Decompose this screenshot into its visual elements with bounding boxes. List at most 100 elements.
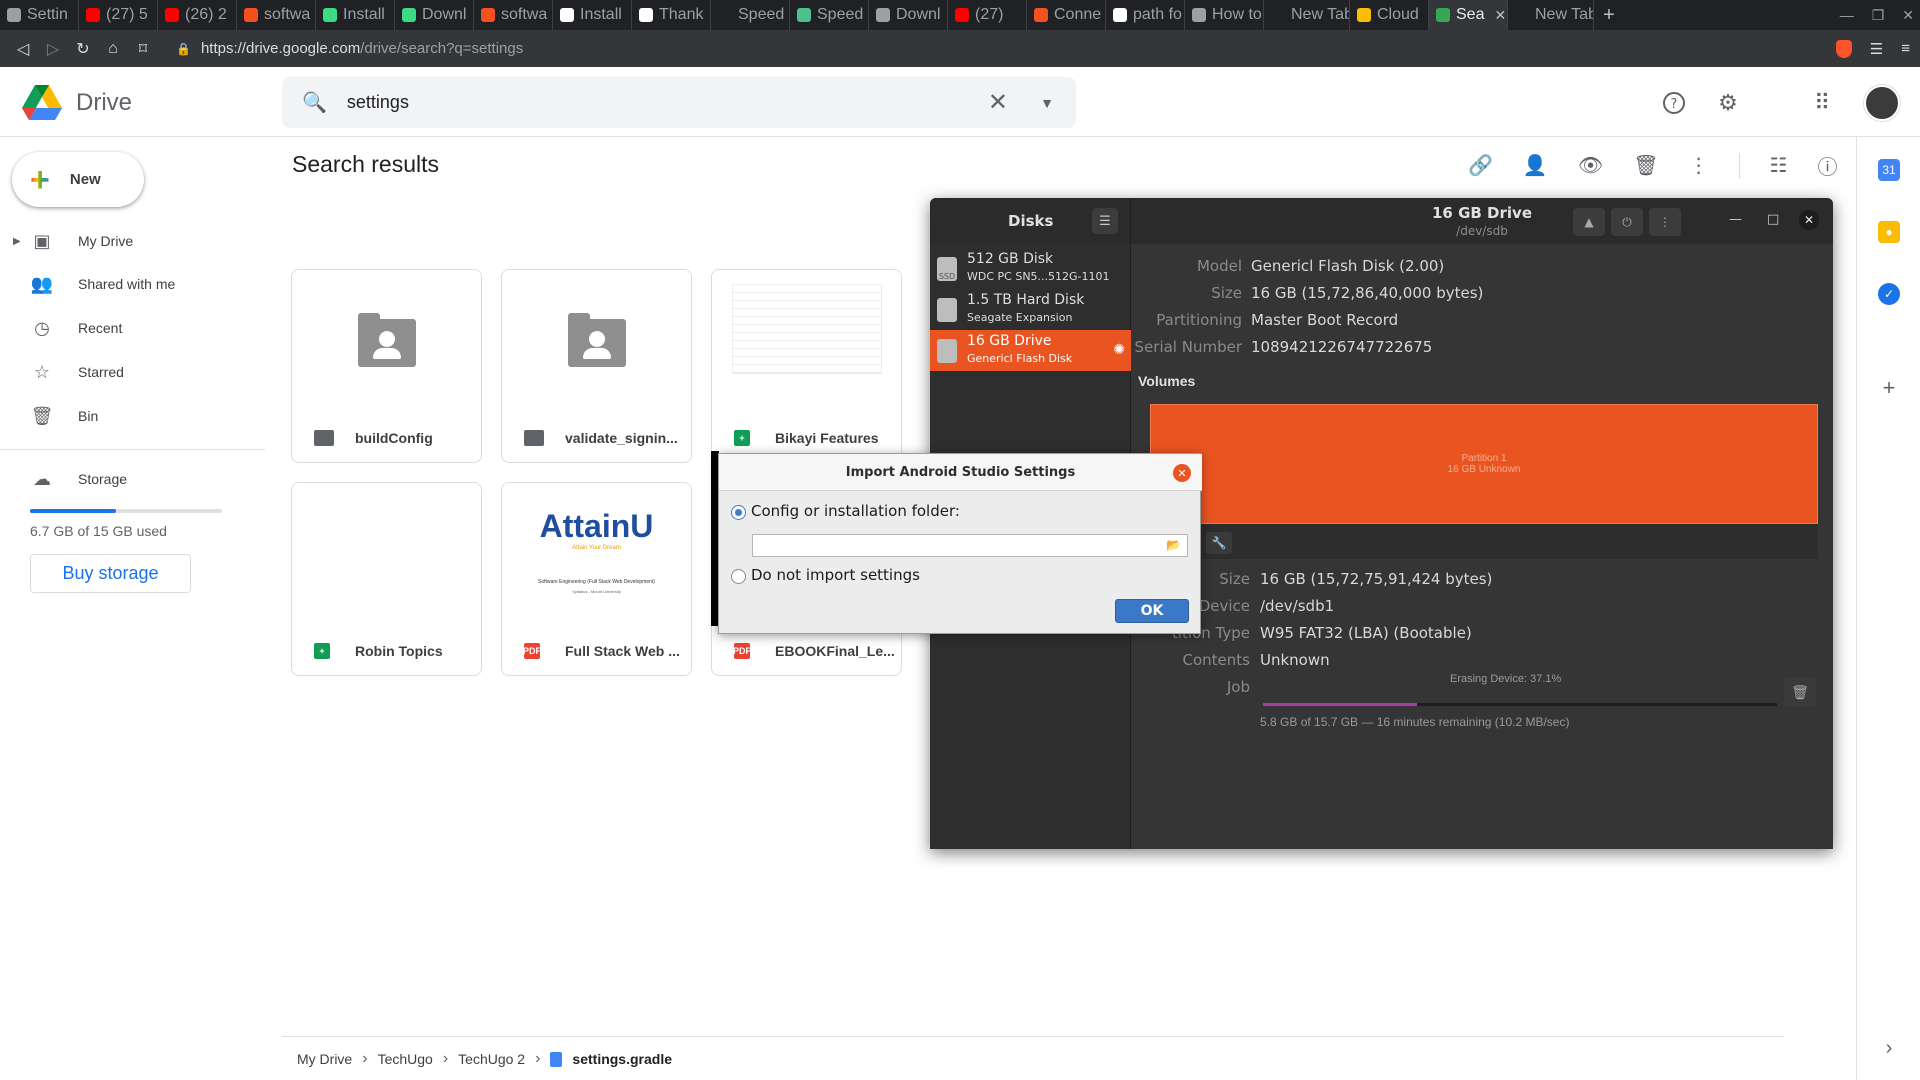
buy-storage-button[interactable]: Buy storage bbox=[30, 554, 191, 593]
chevron-right-icon[interactable]: › bbox=[1878, 1037, 1900, 1059]
apps-grid-icon[interactable]: ⠿ bbox=[1810, 90, 1834, 115]
file-card[interactable]: + Robin Topics bbox=[291, 482, 482, 676]
browser-tab[interactable]: Conne bbox=[1027, 0, 1106, 30]
share-person-icon[interactable]: 👤 bbox=[1523, 153, 1548, 178]
maximize-icon[interactable]: □ bbox=[1767, 212, 1779, 227]
file-card[interactable]: validate_signin... bbox=[501, 269, 692, 463]
home-icon[interactable]: ⌂ bbox=[98, 40, 128, 58]
browser-tab[interactable]: Settin bbox=[0, 0, 79, 30]
sidebar-item-my-drive[interactable]: ▶ ▣ My Drive bbox=[0, 220, 265, 262]
browser-tab[interactable]: How to bbox=[1185, 0, 1264, 30]
brave-shield-icon[interactable] bbox=[1835, 39, 1852, 58]
wrench-icon[interactable]: 🔧 bbox=[1206, 532, 1232, 554]
browser-tab[interactable]: New Tab bbox=[1508, 0, 1594, 30]
browser-tab[interactable]: Downl bbox=[395, 0, 474, 30]
playlist-icon[interactable]: ☰ bbox=[1870, 40, 1883, 58]
tasks-icon[interactable]: ✓ bbox=[1878, 283, 1900, 305]
file-card[interactable]: + Bikayi Features bbox=[711, 269, 902, 463]
minimize-icon[interactable]: — bbox=[1840, 7, 1854, 23]
info-icon[interactable]: ⓘ bbox=[1818, 151, 1838, 180]
config-folder-radio[interactable] bbox=[731, 505, 746, 520]
browser-tab[interactable]: Speed bbox=[790, 0, 869, 30]
partition-block[interactable]: Partition 1 16 GB Unknown bbox=[1150, 404, 1818, 524]
breadcrumb-item[interactable]: TechUgo 2 bbox=[458, 1051, 525, 1067]
sidebar-item-recent[interactable]: ◷ Recent bbox=[0, 307, 265, 349]
link-icon[interactable]: 🔗 bbox=[1468, 153, 1493, 178]
tab-close-icon[interactable]: ✕ bbox=[1494, 7, 1506, 24]
browser-tab[interactable]: Install bbox=[553, 0, 632, 30]
browser-tab-strip: Settin (27) 5 (26) 2 softwa Install Downl soft… bbox=[0, 0, 1920, 30]
close-icon[interactable]: ✕ bbox=[1902, 7, 1914, 24]
calendar-icon[interactable]: 31 bbox=[1878, 159, 1900, 181]
sidebar-item-label: My Drive bbox=[78, 233, 134, 249]
search-input[interactable] bbox=[346, 92, 987, 113]
sidebar-item-label: Starred bbox=[78, 364, 124, 380]
browser-tab[interactable]: (26) 2 bbox=[158, 0, 237, 30]
sidebar-item-bin[interactable]: 🗑 Bin bbox=[0, 395, 265, 437]
sidebar-item-starred[interactable]: ☆ Starred bbox=[0, 351, 265, 393]
pdf-icon: PDF bbox=[733, 643, 751, 659]
drive-header: Drive 🔍 ✕ ▼ ? ⚙ ⠿ bbox=[0, 67, 1920, 137]
browser-tab[interactable]: Cloud bbox=[1350, 0, 1429, 30]
file-card[interactable]: AttainU Attain Your Dream Software Engin… bbox=[501, 482, 692, 676]
new-button[interactable]: + New bbox=[12, 152, 144, 207]
forward-icon[interactable]: ▷ bbox=[38, 39, 68, 59]
new-tab-icon[interactable]: + bbox=[1594, 4, 1624, 27]
search-options-icon[interactable]: ▼ bbox=[1040, 95, 1054, 111]
restore-icon[interactable]: ❐ bbox=[1872, 7, 1885, 24]
browser-tab[interactable]: Sea ✕ bbox=[1429, 0, 1508, 30]
browse-folder-icon[interactable]: 📂 bbox=[1166, 538, 1181, 552]
breadcrumb-item[interactable]: TechUgo bbox=[378, 1051, 433, 1067]
close-icon[interactable]: ✕ bbox=[1799, 210, 1819, 230]
drive-menu-icon[interactable]: ⋮ bbox=[1649, 208, 1681, 236]
reload-icon[interactable]: ↻ bbox=[68, 39, 98, 59]
settings-gear-icon[interactable]: ⚙ bbox=[1716, 90, 1740, 115]
dialog-close-icon[interactable]: ✕ bbox=[1173, 464, 1191, 482]
file-toolbar: 🔗 👤 👁 🗑 ⋮ ☷ ⓘ bbox=[1468, 151, 1838, 180]
delete-icon[interactable]: 🗑 bbox=[1633, 153, 1658, 178]
browser-tab[interactable]: Speed bbox=[711, 0, 790, 30]
list-view-icon[interactable]: ☷ bbox=[1770, 153, 1788, 178]
power-icon[interactable]: ⏻ bbox=[1611, 208, 1643, 236]
browser-tab[interactable]: Thank bbox=[632, 0, 711, 30]
expand-arrow-icon[interactable]: ▶ bbox=[13, 236, 21, 247]
cancel-job-icon[interactable]: 🗑 bbox=[1784, 677, 1816, 707]
bookmark-icon[interactable]: ⌑ bbox=[128, 39, 158, 59]
browser-tab[interactable]: Install bbox=[316, 0, 395, 30]
config-path-field[interactable]: 📂 bbox=[752, 534, 1188, 557]
clear-search-icon[interactable]: ✕ bbox=[988, 88, 1008, 117]
breadcrumb-item[interactable]: My Drive bbox=[297, 1051, 352, 1067]
back-icon[interactable]: ◁ bbox=[8, 39, 38, 59]
help-icon[interactable]: ? bbox=[1662, 91, 1686, 115]
sidebar-item-storage[interactable]: ☁ Storage bbox=[0, 458, 265, 500]
file-card[interactable]: buildConfig bbox=[291, 269, 482, 463]
tab-favicon-icon bbox=[1271, 8, 1285, 22]
minimize-icon[interactable]: — bbox=[1729, 212, 1742, 227]
more-vert-icon[interactable]: ⋮ bbox=[1689, 153, 1709, 178]
avatar[interactable] bbox=[1864, 85, 1900, 121]
property-key: Serial Number bbox=[1134, 338, 1242, 356]
browser-menu-icon[interactable]: ≡ bbox=[1901, 40, 1910, 57]
browser-tab[interactable]: path fo bbox=[1106, 0, 1185, 30]
breadcrumb-current[interactable]: settings.gradle bbox=[572, 1051, 672, 1067]
address-bar[interactable]: 🔒 https://drive.google.com/drive/search?… bbox=[176, 34, 1806, 63]
browser-tab[interactable]: (27) 5 bbox=[79, 0, 158, 30]
browser-tab[interactable]: Downl bbox=[869, 0, 948, 30]
browser-tab[interactable]: New Tab bbox=[1264, 0, 1350, 30]
keep-icon[interactable]: ● bbox=[1878, 221, 1900, 243]
browser-tab[interactable]: softwa bbox=[237, 0, 316, 30]
disk-list-item[interactable]: 1.5 TB Hard Disk Seagate Expansion bbox=[930, 289, 1131, 330]
sidebar-item-shared-with-me[interactable]: 👥 Shared with me bbox=[0, 263, 265, 305]
drive-logo[interactable]: Drive bbox=[22, 85, 132, 121]
browser-tab[interactable]: (27) bbox=[948, 0, 1027, 30]
eject-icon[interactable]: ▲ bbox=[1573, 208, 1605, 236]
disk-list-item[interactable]: 16 GB Drive Genericl Flash Disk ✺ bbox=[930, 330, 1131, 371]
ok-button[interactable]: OK bbox=[1115, 599, 1189, 623]
add-addon-icon[interactable]: + bbox=[1878, 375, 1900, 400]
search-icon[interactable]: 🔍 bbox=[302, 90, 327, 115]
disk-list-item[interactable]: SSD 512 GB Disk WDC PC SN5...512G-1101 bbox=[930, 248, 1131, 289]
hamburger-menu-icon[interactable]: ☰ bbox=[1092, 208, 1118, 234]
browser-tab[interactable]: softwa bbox=[474, 0, 553, 30]
no-import-radio[interactable] bbox=[731, 569, 746, 584]
preview-eye-icon[interactable]: 👁 bbox=[1578, 153, 1603, 178]
